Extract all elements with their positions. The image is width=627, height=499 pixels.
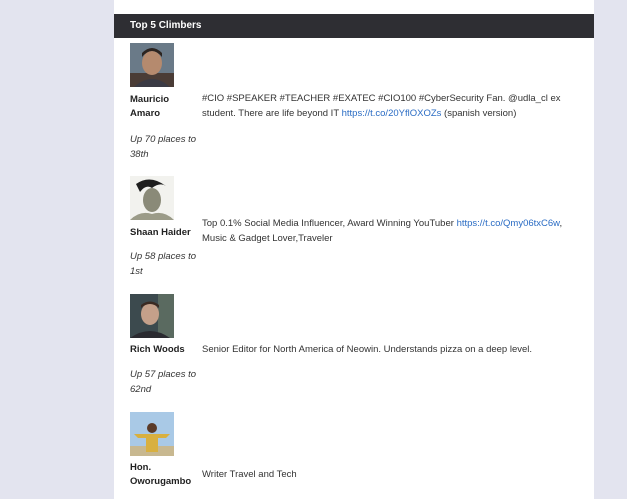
climber-name[interactable]: Rich Woods xyxy=(130,343,200,357)
climbers-panel: Top 5 Climbers Mauricio Amaro Up 70 plac… xyxy=(114,0,594,499)
bio-link[interactable]: https://t.co/20YflOXOZs xyxy=(342,108,442,119)
bio-link[interactable]: https://t.co/Qmy06txC6w xyxy=(457,218,560,229)
bio-text: Top 0.1% Social Media Influencer, Award … xyxy=(202,218,457,229)
avatar[interactable] xyxy=(130,43,174,87)
bio-suffix: (spanish version) xyxy=(441,108,517,119)
avatar[interactable] xyxy=(130,294,174,338)
climber-bio: Top 0.1% Social Media Influencer, Award … xyxy=(202,216,580,246)
avatar[interactable] xyxy=(130,412,174,456)
rank-change: Up 70 places to 38th xyxy=(130,134,197,160)
climber-bio: Senior Editor for North America of Neowi… xyxy=(202,342,580,357)
climber-name[interactable]: Mauricio Amaro xyxy=(130,93,200,121)
climber-name[interactable]: Shaan Haider xyxy=(130,226,200,240)
climber-bio: Writer Travel and Tech xyxy=(202,467,580,482)
climber-bio: #CIO #SPEAKER #TEACHER #EXATEC #CIO100 #… xyxy=(202,91,580,121)
bio-text: Senior Editor for North America of Neowi… xyxy=(202,344,533,355)
climber-name[interactable]: Hon. Oworugambo xyxy=(130,461,200,489)
bio-text: Writer Travel and Tech xyxy=(202,469,297,480)
section-header: Top 5 Climbers xyxy=(114,14,594,38)
avatar[interactable] xyxy=(130,176,174,220)
rank-change: Up 58 places to 1st xyxy=(130,251,197,277)
rank-change: Up 57 places to 62nd xyxy=(130,369,197,395)
